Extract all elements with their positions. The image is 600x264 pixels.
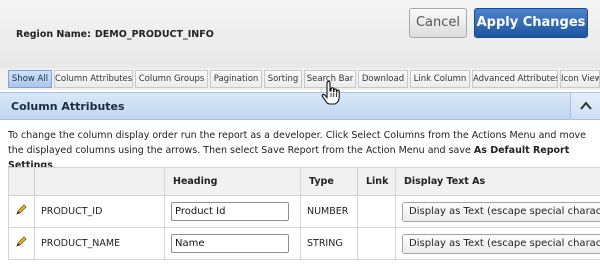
region-name: Region Name: DEMO_PRODUCT_INFO — [16, 29, 214, 40]
type-cell: NUMBER — [300, 195, 358, 228]
table-header-row: Heading Type Link Display Text As — [8, 167, 600, 196]
pencil-icon[interactable] — [8, 227, 35, 260]
tab-column-groups[interactable]: Column Groups — [135, 70, 208, 88]
header-link: Link — [357, 167, 396, 196]
tab-link-column[interactable]: Link Column — [410, 70, 470, 88]
heading-input[interactable]: Name — [171, 234, 289, 253]
section-title: Column Attributes — [11, 100, 125, 113]
type-cell: STRING — [300, 227, 358, 260]
tab-advanced-attributes[interactable]: Advanced Attributes — [472, 70, 558, 88]
header-type: Type — [300, 167, 358, 196]
heading-cell: Product Id — [164, 195, 301, 228]
region-name-label: Region Name: — [16, 29, 91, 40]
heading-cell: Name — [164, 227, 301, 260]
section-header: Column Attributes — [0, 92, 600, 120]
header-edit — [8, 167, 35, 196]
tab-sorting[interactable]: Sorting — [264, 70, 302, 88]
tab-download[interactable]: Download — [358, 70, 408, 88]
cancel-button[interactable]: Cancel — [409, 8, 467, 38]
link-cell — [357, 227, 396, 260]
display-text-select[interactable]: Display as Text (escape special characte… — [402, 201, 600, 222]
page-header: Region Name: DEMO_PRODUCT_INFO Cancel App… — [0, 0, 600, 68]
tab-icon-view[interactable]: Icon View — [560, 70, 600, 88]
tab-pagination[interactable]: Pagination — [210, 70, 262, 88]
display-cell: Display as Text (escape special characte… — [395, 195, 600, 228]
heading-input[interactable]: Product Id — [171, 202, 289, 221]
header-column — [34, 167, 165, 196]
table-row: PRODUCT_NAME Name STRING Display as Text… — [8, 227, 600, 260]
display-cell: Display as Text (escape special characte… — [395, 227, 600, 260]
column-name: PRODUCT_ID — [34, 195, 165, 228]
column-name: PRODUCT_NAME — [34, 227, 165, 260]
pencil-icon[interactable] — [8, 195, 35, 228]
display-text-select[interactable]: Display as Text (escape special characte… — [402, 233, 600, 254]
apply-changes-button[interactable]: Apply Changes — [474, 8, 588, 38]
tab-bar: Show All Column Attributes Column Groups… — [0, 68, 600, 90]
column-attributes-table: Heading Type Link Display Text As PRODUC… — [8, 167, 600, 260]
tab-show-all[interactable]: Show All — [8, 70, 52, 88]
chevron-up-icon[interactable] — [570, 93, 600, 119]
hand-pointer-icon — [320, 80, 342, 105]
link-cell — [357, 195, 396, 228]
region-name-value: DEMO_PRODUCT_INFO — [94, 29, 214, 40]
table-row: PRODUCT_ID Product Id NUMBER Display as … — [8, 195, 600, 228]
header-heading: Heading — [164, 167, 301, 196]
header-display-text-as: Display Text As — [395, 167, 600, 196]
tab-column-attributes[interactable]: Column Attributes — [54, 70, 133, 88]
